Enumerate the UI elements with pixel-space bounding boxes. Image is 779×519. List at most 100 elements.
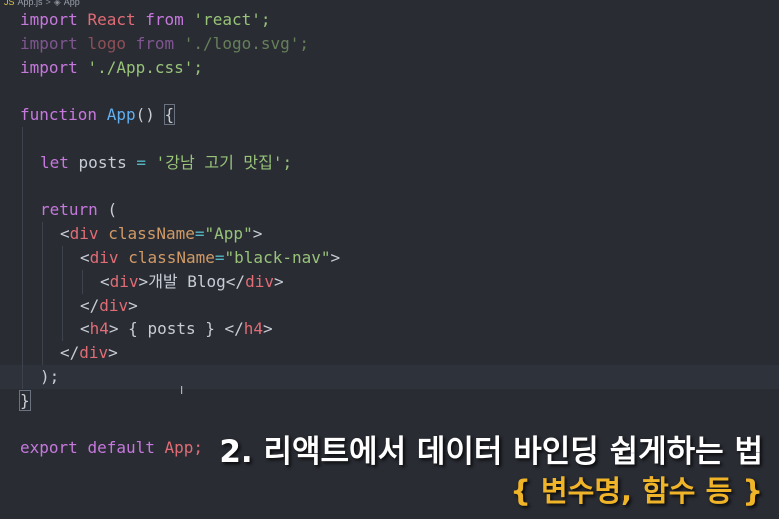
keyword: import: [20, 57, 78, 77]
jsx-tag: h4: [243, 319, 264, 339]
keyword: import: [20, 10, 78, 29]
punctuation: >: [138, 271, 149, 291]
code-line-2: import logo from './logo.svg';: [0, 32, 779, 56]
indent-guide: [22, 317, 23, 342]
indent-guide: [22, 364, 23, 389]
keyword: from: [145, 10, 184, 29]
punctuation: >: [330, 247, 341, 267]
jsx-tag: div: [89, 247, 119, 267]
breadcrumb-separator: >: [45, 0, 51, 7]
text-cursor-icon: I: [180, 384, 184, 397]
jsx-attribute: className: [108, 224, 195, 244]
string-literal: '강남 고기 맛집';: [155, 152, 293, 172]
punctuation: <: [100, 271, 110, 291]
component-icon: ◈: [53, 0, 61, 7]
code-editor[interactable]: import React from 'react'; import logo f…: [0, 8, 779, 460]
identifier: posts: [78, 152, 127, 172]
jsx-tag: div: [99, 295, 129, 315]
indent-guide: [42, 293, 43, 318]
code-line-8: [0, 174, 779, 199]
jsx-attribute: className: [128, 247, 215, 267]
identifier: React: [87, 10, 136, 29]
keyword: export: [20, 438, 78, 458]
function-name: App: [106, 105, 136, 125]
code-line-13: </div>: [0, 293, 779, 318]
identifier: App;: [164, 438, 204, 458]
punctuation: >: [128, 295, 138, 315]
matched-brace: }: [19, 389, 31, 411]
keyword: function: [20, 105, 98, 125]
string-literal: './App.css';: [87, 57, 204, 77]
code-line-17: }: [0, 389, 779, 413]
indent-guide: [22, 269, 23, 294]
punctuation: </: [80, 295, 100, 315]
indent-guide: [22, 245, 23, 270]
string-literal: 'react';: [193, 10, 271, 29]
code-line-5: function App() {: [0, 103, 779, 127]
code-line-3: import './App.css';: [0, 56, 779, 80]
indent-guide: [42, 317, 43, 342]
indent-guide: [22, 198, 23, 223]
punctuation: </: [225, 271, 246, 291]
indent-guide: [62, 245, 63, 270]
punctuation: >: [252, 224, 263, 244]
js-file-icon: JS: [4, 0, 15, 7]
jsx-tag: h4: [89, 319, 109, 339]
jsx-tag: div: [69, 224, 99, 244]
code-line-16-current: );: [0, 364, 779, 389]
code-line-11: <div className="black-nav">: [0, 245, 779, 270]
jsx-tag: div: [245, 271, 274, 291]
punctuation: </: [224, 319, 244, 339]
punctuation: >: [273, 271, 284, 291]
code-line-6: [0, 126, 779, 151]
indent-guide: [62, 293, 63, 318]
punctuation: (): [135, 105, 155, 125]
code-line-7: let posts = '강남 고기 맛집';: [0, 150, 779, 175]
code-line-15: </div>: [0, 341, 779, 365]
punctuation: >: [263, 319, 273, 339]
jsx-expression: { posts }: [118, 319, 225, 339]
caption-subtitle: { 변수명, 함수 등 }: [510, 474, 763, 508]
punctuation: >: [108, 319, 119, 339]
indent-guide: [42, 341, 43, 365]
operator: =: [136, 152, 146, 172]
jsx-text: 개발 Blog: [148, 271, 226, 291]
indent-guide: [22, 222, 23, 246]
keyword: import: [20, 33, 78, 53]
punctuation: );: [40, 366, 60, 386]
indent-guide: [22, 126, 23, 151]
code-line-10: <div className="App">: [0, 222, 779, 246]
indent-guide: [42, 269, 43, 294]
code-line-9: return (: [0, 198, 779, 223]
punctuation: >: [108, 343, 118, 363]
video-caption: 2. 리액트에서 데이터 바인딩 쉽게하는 법 { 변수명, 함수 등 }: [219, 432, 763, 510]
indent-guide: [22, 174, 23, 199]
keyword: from: [135, 33, 175, 53]
punctuation: <: [80, 247, 90, 267]
indent-guide: [42, 245, 43, 270]
string-literal: "black-nav": [224, 247, 331, 267]
indent-guide: [62, 269, 63, 294]
punctuation: <: [60, 224, 70, 244]
identifier: logo: [87, 33, 126, 53]
keyword: default: [87, 438, 155, 458]
keyword: return: [40, 200, 98, 220]
breadcrumb-symbol[interactable]: App: [64, 0, 80, 8]
jsx-tag: div: [79, 343, 109, 363]
breadcrumb-file[interactable]: App.js: [18, 0, 43, 8]
code-line-12: <div>개발 Blog</div>: [0, 269, 779, 294]
indent-guide: [22, 341, 23, 365]
code-line-1: import React from 'react';: [0, 8, 779, 32]
indent-guide: [82, 269, 83, 294]
indent-guide: [22, 293, 23, 318]
punctuation: <: [80, 319, 90, 339]
punctuation: (: [107, 200, 118, 220]
code-line-14: <h4> { posts } </h4>: [0, 317, 779, 342]
matched-brace: {: [163, 104, 176, 126]
jsx-tag: div: [109, 271, 139, 291]
indent-guide: [22, 150, 23, 175]
keyword: let: [40, 152, 69, 172]
breadcrumb: JS App.js > ◈ App: [0, 0, 779, 8]
caption-title: 2. 리액트에서 데이터 바인딩 쉽게하는 법: [219, 434, 763, 470]
